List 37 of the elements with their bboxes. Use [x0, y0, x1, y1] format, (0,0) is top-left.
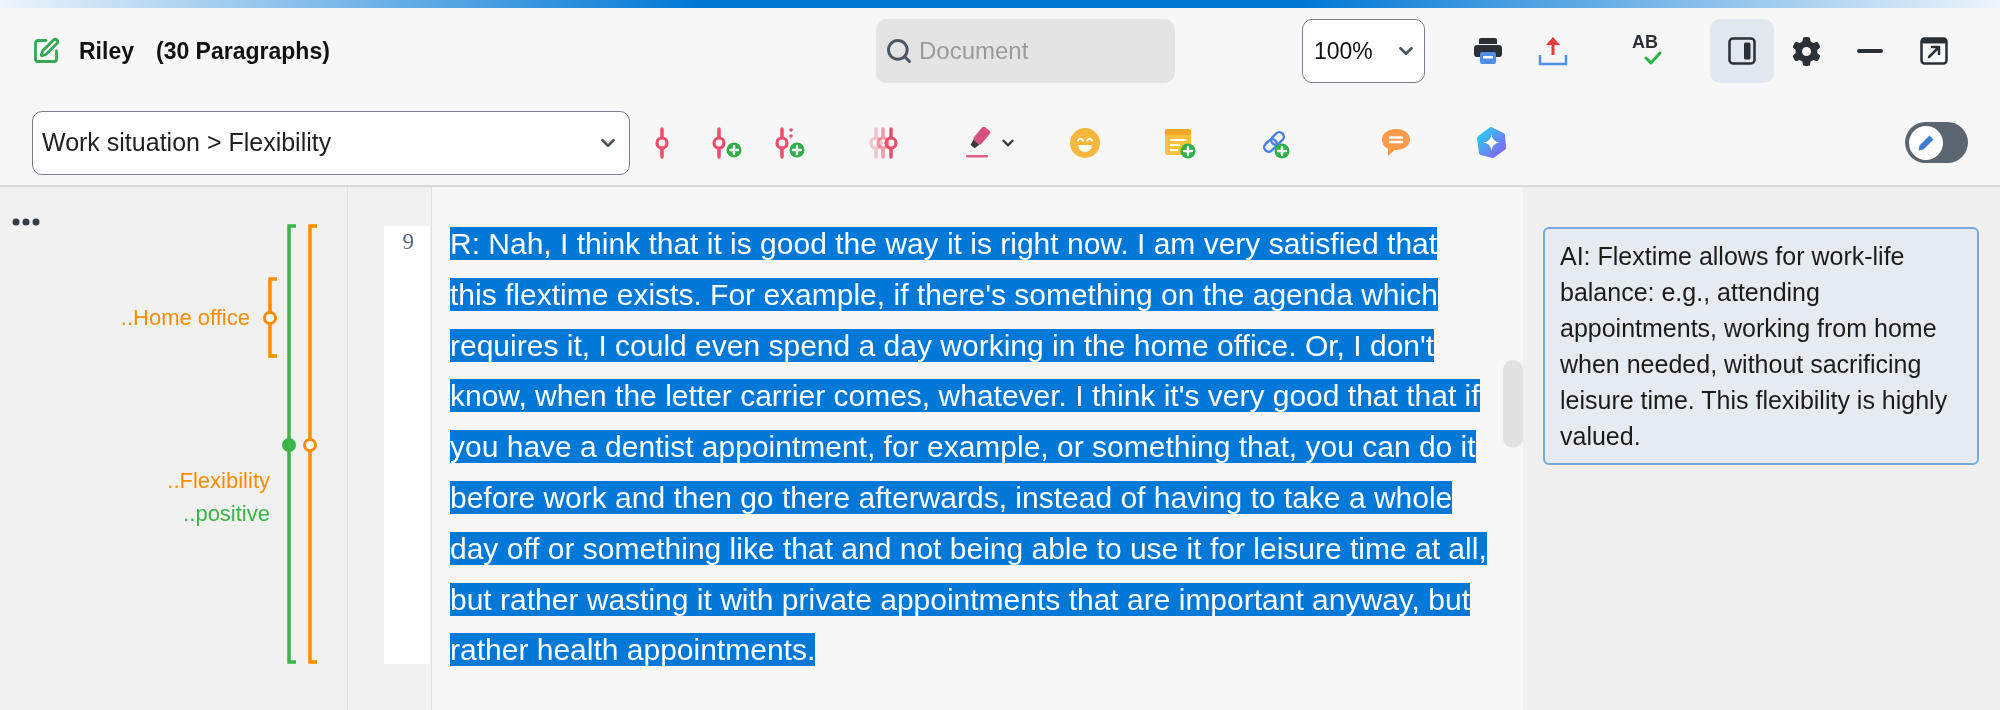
edit-icon[interactable]: [32, 37, 60, 65]
settings-icon[interactable]: [1792, 36, 1821, 66]
memo-text: AI: Flextime allows for work-life balance: e.g., attending appointments, working from home when needed, without sacrificing leisure time. This flexibility is highly valued.: [1560, 241, 1949, 452]
dot-icon[interactable]: [282, 438, 296, 452]
ring-icon[interactable]: [303, 438, 317, 452]
side-panel-icon: [1728, 37, 1756, 65]
panel-toggle-button[interactable]: [1710, 19, 1774, 83]
ring-icon[interactable]: [263, 311, 277, 325]
pin-icon[interactable]: [653, 126, 671, 159]
memo-card[interactable]: AI: Flextime allows for work-life balance: e.g., attending appointments, working from home when needed, without sacrificing leisure time. This flexibility is highly valued.: [1543, 227, 1979, 465]
note-plus-icon[interactable]: [1164, 126, 1196, 159]
pin-plus-icon[interactable]: [711, 126, 743, 159]
upload-icon[interactable]: [1538, 36, 1568, 66]
document-title: Riley: [79, 36, 134, 66]
code-bracket[interactable]: [268, 277, 277, 358]
speech-bubble-icon[interactable]: [1381, 128, 1411, 157]
spellcheck-button[interactable]: AB: [1632, 34, 1663, 68]
highlighter-icon[interactable]: [963, 126, 993, 159]
code-bracket[interactable]: [287, 224, 296, 664]
paragraph-text: R: Nah, I think that it is good the way it is right now. I am very satisfied that this flextime exists. For example, if there's something on the agenda which requires it, I could even spend a day working in the home office. Or, I don't know, when the letter carrier comes, whatever. I think it's very good that that if you have a dentist appointment, for example, or something that, you can do it before work and then go there afterwards, instead of having to take a whole day off or something like that and not being able to use it for leisure time at all, but rather wasting it with private appointments that are important anyway, but rather health appointments.: [450, 226, 1488, 669]
printer-icon[interactable]: [1473, 37, 1503, 65]
search-field[interactable]: Document: [876, 19, 1175, 83]
minimize-icon[interactable]: [1857, 49, 1883, 53]
line-number: 9: [402, 229, 414, 254]
mode-switch[interactable]: [1905, 122, 1968, 163]
pop-out-icon[interactable]: [1920, 37, 1948, 65]
code-bracket[interactable]: [308, 224, 317, 664]
pin-dots-plus-icon[interactable]: [774, 126, 806, 159]
sparkle-icon[interactable]: [1475, 126, 1508, 159]
paragraph-count: (30 Paragraphs): [156, 36, 330, 66]
pencil-icon: [1908, 125, 1943, 160]
code-select[interactable]: Work situation > Flexibility: [32, 110, 630, 175]
check-icon: [1644, 51, 1662, 65]
search-icon: [885, 37, 913, 65]
zoom-select[interactable]: 100%: [1302, 19, 1425, 83]
more-icon[interactable]: [12, 218, 40, 226]
stacked-pins-icon[interactable]: [869, 126, 900, 159]
